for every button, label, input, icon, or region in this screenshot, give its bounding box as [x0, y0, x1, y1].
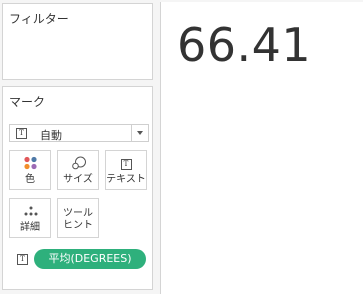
field-row: T 平均(DEGREES): [15, 249, 150, 269]
text-box-icon: T: [17, 254, 28, 265]
text-button[interactable]: T テキスト: [105, 150, 147, 190]
filters-title: フィルター: [9, 12, 69, 26]
detail-button[interactable]: 詳細: [9, 198, 51, 238]
detail-dots-icon: [24, 206, 38, 216]
size-button[interactable]: サイズ: [57, 150, 99, 190]
mark-type-dropdown[interactable]: T 自動: [9, 124, 149, 142]
text-box-icon: T: [16, 128, 27, 139]
detail-label: 詳細: [20, 222, 40, 233]
color-button[interactable]: 色: [9, 150, 51, 190]
tooltip-label-line2: ヒント: [63, 220, 93, 231]
left-panel: フィルター マーク T 自動 色 サイズ T テキスト 詳細 ツール ヒント T…: [0, 0, 157, 294]
field-pill[interactable]: 平均(DEGREES): [34, 249, 146, 269]
tooltip-button[interactable]: ツール ヒント: [57, 198, 99, 238]
text-label: テキスト: [106, 174, 146, 185]
text-mark-icon: T: [106, 156, 146, 170]
color-dots-icon: [24, 156, 37, 170]
filters-shelf[interactable]: フィルター: [2, 3, 153, 80]
kpi-value: 66.41: [177, 18, 312, 72]
chevron-down-icon[interactable]: [131, 125, 148, 141]
color-label: 色: [25, 174, 35, 185]
view-canvas[interactable]: 66.41: [160, 2, 363, 294]
marks-title: マーク: [9, 95, 46, 109]
marks-card: マーク T 自動 色 サイズ T テキスト 詳細 ツール ヒント T 平均(DE…: [2, 86, 153, 290]
size-label: サイズ: [63, 174, 93, 185]
tooltip-label-line1: ツール: [63, 208, 93, 219]
size-circles-icon: [72, 156, 86, 170]
mark-type-label: 自動: [40, 129, 62, 142]
